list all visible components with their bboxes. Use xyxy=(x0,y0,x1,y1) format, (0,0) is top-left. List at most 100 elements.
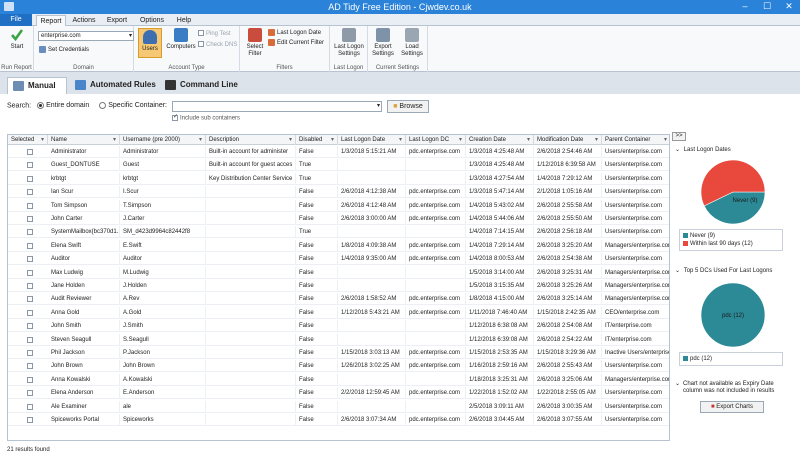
column-header[interactable]: Selected ▾ xyxy=(8,135,48,145)
edit-current-filter-button[interactable]: Edit Current Filter xyxy=(268,39,324,47)
filter-icon[interactable]: ▾ xyxy=(527,135,530,145)
last-logon-section[interactable]: ⌄ Last Logon Dates xyxy=(675,146,731,153)
export-charts-button[interactable]: ■ Export Charts xyxy=(700,401,764,413)
table-row[interactable]: Anna Gold A.Gold False 1/12/2018 5:43:21 AM… xyxy=(8,306,669,319)
select-filter-button[interactable]: Select Filter xyxy=(243,28,267,58)
column-header[interactable]: Disabled ▾ xyxy=(296,135,338,145)
table-row[interactable]: krbtgt krbtgt Key Distribution Center Serv… xyxy=(8,172,669,185)
column-header[interactable]: Name ▾ xyxy=(48,135,120,145)
table-row[interactable]: Guest_DONTUSE Guest Built-in account for g… xyxy=(8,159,669,172)
table-row[interactable]: Audit Reviewer A.Rev False 2/6/2018 1:58:52… xyxy=(8,293,669,306)
row-select-checkbox[interactable] xyxy=(27,189,33,196)
row-select-checkbox[interactable] xyxy=(27,256,33,263)
users-button[interactable]: Users xyxy=(138,28,162,58)
row-select-checkbox[interactable] xyxy=(27,296,33,303)
column-header[interactable]: Last Logon Date ▾ xyxy=(338,135,406,145)
row-select-checkbox[interactable] xyxy=(27,309,33,316)
last-logon-settings-button[interactable]: Last Logon Settings xyxy=(332,28,366,58)
table-row[interactable]: Ian Scur I.Scur False 2/6/2018 4:12:38 AM pd… xyxy=(8,186,669,199)
table-row[interactable]: Ale Examiner ale False 2/5/2018 3:09:11 AM 2… xyxy=(8,400,669,413)
load-icon xyxy=(405,28,419,42)
set-credentials-button[interactable]: Set Credentials xyxy=(39,46,89,54)
row-select-checkbox[interactable] xyxy=(27,403,33,410)
table-row[interactable]: Jane Holden J.Holden False 1/5/2018 3:15:35… xyxy=(8,280,669,292)
include-sub-containers-checkbox[interactable]: Include sub containers xyxy=(172,115,240,122)
filter-icon[interactable]: ▾ xyxy=(199,135,202,145)
maximize-button[interactable]: ☐ xyxy=(756,0,778,14)
tab-export[interactable]: Export xyxy=(103,15,131,26)
row-select-checkbox[interactable] xyxy=(27,229,33,236)
computers-button[interactable]: Computers xyxy=(166,28,196,51)
row-select-checkbox[interactable] xyxy=(27,242,33,249)
tab-automated-rules[interactable]: Automated Rules xyxy=(70,77,156,94)
row-select-checkbox[interactable] xyxy=(27,175,33,182)
column-header[interactable]: Creation Date ▾ xyxy=(466,135,534,145)
close-button[interactable]: ✕ xyxy=(778,0,800,14)
command-line-icon xyxy=(165,80,176,90)
row-select-checkbox[interactable] xyxy=(27,162,33,169)
table-row[interactable]: Phil Jackson P.Jackson False 1/15/2018 3:03… xyxy=(8,347,669,359)
radio-icon xyxy=(37,102,45,109)
column-header[interactable]: Username (pre 2000) ▾ xyxy=(120,135,206,145)
column-header[interactable]: Modification Date ▾ xyxy=(534,135,602,145)
tab-help[interactable]: Help xyxy=(172,15,196,26)
column-header[interactable]: Parent Container ▾ xyxy=(602,135,669,145)
tab-report[interactable]: Report xyxy=(36,15,66,26)
tab-options[interactable]: Options xyxy=(136,15,168,26)
table-row[interactable]: Tom Simpson T.Simpson False 2/6/2018 4:12:4… xyxy=(8,199,669,212)
filter-icon[interactable]: ▾ xyxy=(331,135,334,145)
filter-icon[interactable]: ▾ xyxy=(664,135,667,145)
row-select-checkbox[interactable] xyxy=(27,376,33,383)
table-row[interactable]: John Smith J.Smith False 1/12/2018 6:38:08 … xyxy=(8,320,669,333)
domain-select[interactable]: enterprise.com ▾ xyxy=(38,31,134,41)
row-select-checkbox[interactable] xyxy=(27,323,33,330)
filter-icon[interactable]: ▾ xyxy=(41,135,44,145)
row-select-checkbox[interactable] xyxy=(27,336,33,343)
tab-file[interactable]: File xyxy=(0,14,32,26)
table-row[interactable]: Steven Seagull S.Seagull False 1/12/2018 6:… xyxy=(8,333,669,346)
last-logon-date-button[interactable]: Last Logon Date xyxy=(268,29,321,37)
table-row[interactable]: Auditor Auditor False 1/4/2018 9:35:00 AM pd… xyxy=(8,253,669,266)
specific-container-radio[interactable]: Specific Container: xyxy=(99,102,167,109)
container-input[interactable]: ▾ xyxy=(172,101,382,112)
table-row[interactable]: Elena Swift E.Swift False 1/8/2018 4:09:38 … xyxy=(8,239,669,252)
tab-command-line[interactable]: Command Line xyxy=(160,77,242,94)
filter-icon[interactable]: ▾ xyxy=(595,135,598,145)
ping-test-checkbox[interactable]: Ping Test xyxy=(198,30,231,38)
entire-domain-radio[interactable]: Entire domain xyxy=(37,102,89,109)
table-row[interactable]: John Brown John Brown False 1/26/2018 3:02:… xyxy=(8,360,669,373)
column-header[interactable]: Last Logon DC ▾ xyxy=(406,135,466,145)
row-select-checkbox[interactable] xyxy=(27,202,33,209)
table-row[interactable]: Spiceworks Portal Spiceworks False 2/6/2018… xyxy=(8,414,669,426)
filter-icon[interactable]: ▾ xyxy=(459,135,462,145)
expand-panel-button[interactable]: >> xyxy=(672,132,686,141)
check-dns-checkbox[interactable]: Check DNS xyxy=(198,41,237,49)
row-select-checkbox[interactable] xyxy=(27,363,33,370)
browse-button[interactable]: ■ Browse xyxy=(387,100,429,113)
table-row[interactable]: SystemMailbox{bc370d1... SM_d423d9964c824… xyxy=(8,226,669,239)
tab-manual[interactable]: Manual xyxy=(7,77,67,94)
row-select-checkbox[interactable] xyxy=(27,390,33,397)
table-row[interactable]: Elena Anderson E.Anderson False 2/2/2018 12… xyxy=(8,387,669,400)
filter-icon[interactable]: ▾ xyxy=(289,135,292,145)
table-row[interactable]: Administrator Administrator Built-in accou… xyxy=(8,146,669,158)
group-filters: Select Filter Last Logon Date Edit Curre… xyxy=(240,26,330,72)
row-select-checkbox[interactable] xyxy=(27,216,33,222)
table-row[interactable]: John Carter J.Carter False 2/6/2018 3:00:00… xyxy=(8,213,669,225)
tab-actions[interactable]: Actions xyxy=(70,15,98,26)
column-header[interactable]: Description ▾ xyxy=(206,135,296,145)
filter-icon[interactable]: ▾ xyxy=(399,135,402,145)
top-dcs-section[interactable]: ⌄ Top 5 DCs Used For Last Logons xyxy=(675,267,772,274)
export-settings-button[interactable]: Export Settings xyxy=(370,28,396,58)
row-select-checkbox[interactable] xyxy=(27,350,33,356)
row-select-checkbox[interactable] xyxy=(27,283,33,289)
filter-icon[interactable]: ▾ xyxy=(113,135,116,145)
row-select-checkbox[interactable] xyxy=(27,417,33,423)
row-select-checkbox[interactable] xyxy=(27,269,33,276)
load-settings-button[interactable]: Load Settings xyxy=(399,28,425,58)
minimize-button[interactable]: – xyxy=(734,0,756,14)
start-button[interactable]: Start xyxy=(5,28,29,51)
row-select-checkbox[interactable] xyxy=(27,149,33,155)
table-row[interactable]: Max Ludwig M.Ludwig False 1/5/2018 3:14:00 … xyxy=(8,266,669,279)
table-row[interactable]: Anna Kowalski A.Kowalski False 1/18/2018 3:… xyxy=(8,373,669,386)
